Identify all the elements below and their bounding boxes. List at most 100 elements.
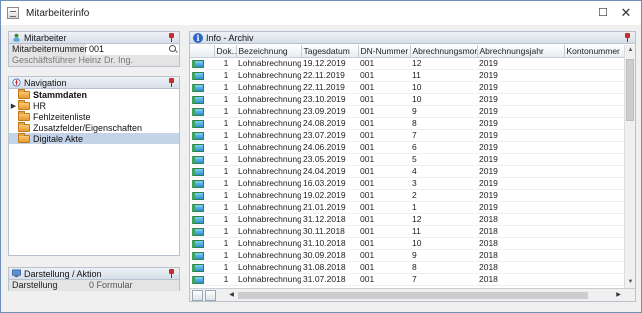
document-icon[interactable] <box>192 119 204 128</box>
document-icon[interactable] <box>192 215 204 224</box>
vertical-scroll-thumb[interactable] <box>626 59 634 121</box>
scroll-up-icon[interactable]: ▲ <box>625 45 636 56</box>
cell-tagesdatum: 24.04.2019 <box>301 165 358 178</box>
cell-icon <box>190 153 214 166</box>
darstellung-select[interactable]: 0 Formular <box>86 280 179 291</box>
column-header-abrechnungsjahr[interactable]: Abrechnungsjahr <box>477 45 565 58</box>
cell-dn-nummer: 001 <box>358 129 410 142</box>
vertical-scrollbar[interactable]: ▲ ▼ <box>624 45 635 288</box>
column-header-abrechnungsmonat[interactable]: Abrechnungsmonat <box>410 45 478 58</box>
cell-kontonummer <box>564 273 624 286</box>
cell-bezeichnung: Lohnabrechnung <box>236 141 301 154</box>
document-icon[interactable] <box>192 167 204 176</box>
document-icon[interactable] <box>192 59 204 68</box>
table-row[interactable]: 1 Lohnabrechnung 24.04.2019 001 4 2019 <box>190 165 624 178</box>
column-header-dokument[interactable]: Dok... <box>214 45 237 58</box>
cell-tagesdatum: 31.12.2018 <box>301 213 358 226</box>
document-icon[interactable] <box>192 107 204 116</box>
document-icon[interactable] <box>192 143 204 152</box>
pin-icon[interactable] <box>168 269 175 278</box>
table-row[interactable]: 1 Lohnabrechnung 24.08.2019 001 8 2019 <box>190 117 624 130</box>
pin-icon[interactable] <box>624 33 631 42</box>
table-row[interactable]: 1 Lohnabrechnung 21.01.2019 001 1 2019 <box>190 201 624 214</box>
document-icon[interactable] <box>192 203 204 212</box>
nav-item-hr[interactable]: ▶ HR <box>9 99 179 111</box>
cell-bezeichnung: Lohnabrechnung <box>236 153 301 166</box>
document-icon[interactable] <box>192 263 204 272</box>
cell-dn-nummer: 001 <box>358 165 410 178</box>
column-header-kontonummer[interactable]: Kontonummer <box>564 45 624 58</box>
pin-icon[interactable] <box>168 78 175 87</box>
nav-item-stammdaten[interactable]: Stammdaten <box>9 88 179 100</box>
table-row[interactable]: 1 Lohnabrechnung 23.09.2019 001 9 2019 <box>190 105 624 118</box>
pin-icon[interactable] <box>168 33 175 42</box>
cell-bezeichnung: Lohnabrechnung <box>236 105 301 118</box>
nav-item-fehlzeitenliste[interactable]: Fehlzeitenliste <box>9 110 179 122</box>
cell-abrechnungsmonat: 7 <box>410 273 477 286</box>
table-row[interactable]: 1 Lohnabrechnung 22.11.2019 001 11 2019 <box>190 69 624 82</box>
employee-number-input[interactable]: 001 <box>86 44 179 55</box>
scroll-down-icon[interactable]: ▼ <box>625 277 636 288</box>
cell-icon <box>190 57 214 70</box>
cell-icon <box>190 261 214 274</box>
table-row[interactable]: 1 Lohnabrechnung 31.12.2018 001 12 2018 <box>190 213 624 226</box>
cell-abrechnungsjahr: 2018 <box>477 225 564 238</box>
table-row[interactable]: 1 Lohnabrechnung 31.10.2018 001 10 2018 <box>190 237 624 250</box>
column-header-tagesdatum[interactable]: Tagesdatum <box>301 45 359 58</box>
table-row[interactable]: 1 Lohnabrechnung 31.08.2018 001 8 2018 <box>190 261 624 274</box>
nav-item-zusatzfelder[interactable]: Zusatzfelder/Eigenschaften <box>9 121 179 133</box>
close-button[interactable]: ✕ <box>617 5 635 21</box>
document-icon[interactable] <box>192 191 204 200</box>
column-header-dn-nummer[interactable]: DN-Nummer <box>358 45 411 58</box>
cell-bezeichnung: Lohnabrechnung <box>236 261 301 274</box>
column-header-icon[interactable] <box>190 45 215 58</box>
info-archiv-panel-header: i Info - Archiv <box>190 32 635 44</box>
document-icon[interactable] <box>192 131 204 140</box>
cell-dokument: 1 <box>214 117 236 130</box>
cell-bezeichnung: Lohnabrechnung <box>236 69 301 82</box>
table-row[interactable]: 1 Lohnabrechnung 30.11.2018 001 11 2018 <box>190 225 624 238</box>
document-icon[interactable] <box>192 251 204 260</box>
document-icon[interactable] <box>192 227 204 236</box>
cell-icon <box>190 213 214 226</box>
scroll-right-icon[interactable]: ▶ <box>613 290 624 301</box>
search-icon[interactable] <box>169 45 176 52</box>
nav-item-digitale-akte[interactable]: Digitale Akte <box>9 132 179 144</box>
document-icon[interactable] <box>192 179 204 188</box>
horizontal-scroll-thumb[interactable] <box>238 292 588 299</box>
table-row[interactable]: 1 Lohnabrechnung 16.03.2019 001 3 2019 <box>190 177 624 190</box>
document-list-button[interactable] <box>205 289 216 301</box>
document-icon[interactable] <box>192 155 204 164</box>
cell-dn-nummer: 001 <box>358 273 410 286</box>
cell-dokument: 1 <box>214 93 236 106</box>
document-icon[interactable] <box>192 71 204 80</box>
table-row[interactable]: 1 Lohnabrechnung 30.09.2018 001 9 2018 <box>190 249 624 262</box>
table-row[interactable]: 1 Lohnabrechnung 24.06.2019 001 6 2019 <box>190 141 624 154</box>
table-row[interactable]: 1 Lohnabrechnung 22.11.2019 001 10 2019 <box>190 81 624 94</box>
cell-abrechnungsmonat: 8 <box>410 261 477 274</box>
horizontal-scrollbar[interactable]: ◀ ▶ <box>226 290 624 301</box>
cell-kontonummer <box>564 81 624 94</box>
cell-abrechnungsmonat: 11 <box>410 69 477 82</box>
cell-abrechnungsmonat: 7 <box>410 129 477 142</box>
maximize-button[interactable]: ☐ <box>594 5 612 21</box>
document-icon[interactable] <box>192 95 204 104</box>
document-icon[interactable] <box>192 83 204 92</box>
column-header-bezeichnung[interactable]: Bezeichnung <box>236 45 302 58</box>
table-row[interactable]: 1 Lohnabrechnung 31.07.2018 001 7 2018 <box>190 273 624 286</box>
document-view-button[interactable] <box>192 289 203 301</box>
expander-icon[interactable] <box>9 111 18 122</box>
table-row[interactable]: 1 Lohnabrechnung 19.02.2019 001 2 2019 <box>190 189 624 202</box>
expand-arrow-icon[interactable]: ▶ <box>9 100 18 111</box>
employee-number-label: Mitarbeiternummer <box>9 44 88 55</box>
table-row[interactable]: 1 Lohnabrechnung 23.05.2019 001 5 2019 <box>190 153 624 166</box>
expander-icon[interactable] <box>9 133 18 144</box>
document-icon[interactable] <box>192 239 204 248</box>
expander-icon[interactable] <box>9 122 18 133</box>
scroll-left-icon[interactable]: ◀ <box>226 290 237 301</box>
expander-icon[interactable] <box>9 89 18 100</box>
table-row[interactable]: 1 Lohnabrechnung 23.07.2019 001 7 2019 <box>190 129 624 142</box>
table-row[interactable]: 1 Lohnabrechnung 19.12.2019 001 12 2019 <box>190 57 624 70</box>
document-icon[interactable] <box>192 275 204 284</box>
table-row[interactable]: 1 Lohnabrechnung 23.10.2019 001 10 2019 <box>190 93 624 106</box>
